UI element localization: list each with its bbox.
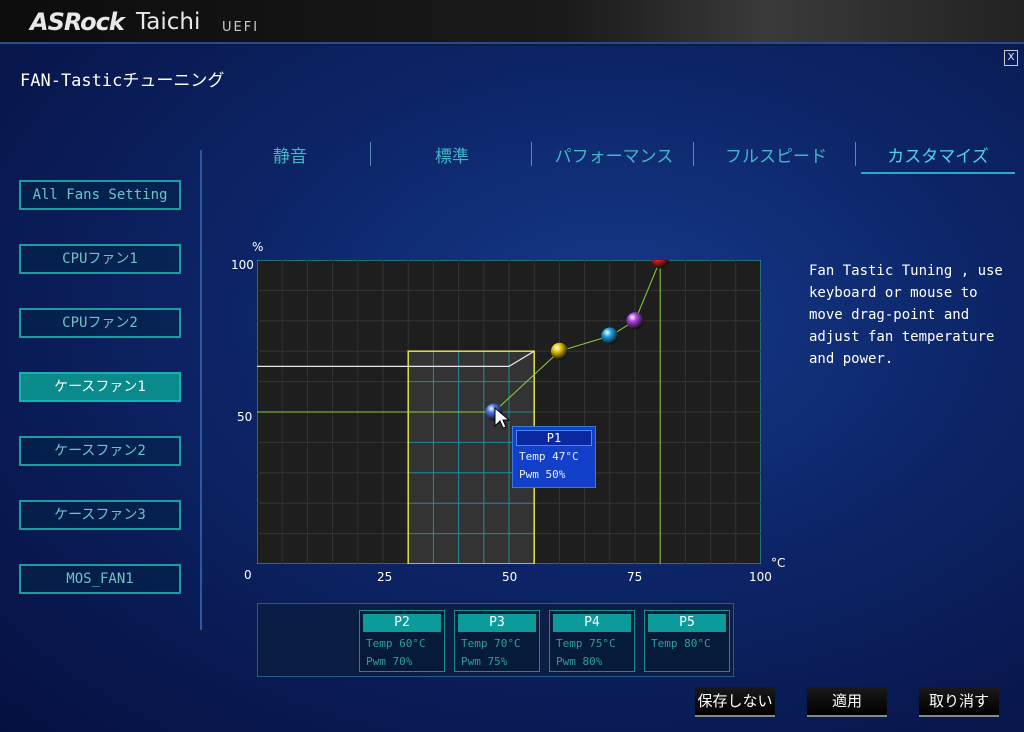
tab-separator <box>531 142 532 166</box>
brand-logo: ASRock <box>30 8 125 36</box>
tooltip-title: P1 <box>516 430 592 446</box>
tab-standard[interactable]: 標準 <box>372 142 532 167</box>
y-tick-0: 0 <box>244 568 252 582</box>
brand-uefi: UEFI <box>222 20 260 35</box>
tab-full-speed[interactable]: フルスピード <box>696 142 856 167</box>
point-box-title: P2 <box>363 614 441 632</box>
x-tick-25: 25 <box>377 570 393 584</box>
sidebar-item-mos-fan1[interactable]: MOS_FAN1 <box>19 564 181 594</box>
point-box-p4: P4 Temp 75°C Pwm 80% <box>549 610 635 672</box>
sidebar-item-case-fan3[interactable]: ケースファン3 <box>19 500 181 530</box>
tab-separator <box>693 142 694 166</box>
tab-performance[interactable]: パフォーマンス <box>534 142 694 167</box>
apply-button[interactable]: 適用 <box>807 687 887 717</box>
main-window: FAN-Tasticチューニング X All Fans Setting CPUフ… <box>0 46 1024 732</box>
point-box-p3: P3 Temp 70°C Pwm 75% <box>454 610 540 672</box>
tab-separator <box>370 142 371 166</box>
sidebar-divider <box>200 150 202 630</box>
y-tick-50: 50 <box>237 410 253 424</box>
discard-button[interactable]: 保存しない <box>695 687 775 717</box>
x-axis-unit: °C <box>771 556 786 570</box>
top-bar: ASRock Taichi UEFI <box>0 0 1024 44</box>
fan-curve-graph[interactable] <box>257 260 761 564</box>
y-axis-unit: % <box>252 240 264 254</box>
x-tick-100: 100 <box>749 570 772 584</box>
sidebar-item-case-fan1[interactable]: ケースファン1 <box>19 372 181 402</box>
point-box-p2: P2 Temp 60°C Pwm 70% <box>359 610 445 672</box>
sidebar-item-case-fan2[interactable]: ケースファン2 <box>19 436 181 466</box>
tooltip-temp: Temp 47°C <box>519 450 579 463</box>
tab-separator <box>855 142 856 166</box>
point-box-title: P4 <box>553 614 631 632</box>
point-box-p5: P5 Temp 80°C <box>644 610 730 672</box>
sidebar-item-cpu-fan1[interactable]: CPUファン1 <box>19 244 181 274</box>
curve-point-p2[interactable] <box>550 342 568 360</box>
brand-model: Taichi <box>136 9 201 35</box>
active-tab-indicator <box>861 172 1015 174</box>
x-tick-50: 50 <box>502 570 518 584</box>
point-box-pwm: Pwm 80% <box>556 655 603 668</box>
cancel-button[interactable]: 取り消す <box>919 687 999 717</box>
sidebar-item-all-fans[interactable]: All Fans Setting <box>19 180 181 210</box>
point-box-temp: Temp 75°C <box>556 637 616 650</box>
point-details-panel: P2 Temp 60°C Pwm 70% P3 Temp 70°C Pwm 75… <box>257 603 734 677</box>
point-box-pwm: Pwm 75% <box>461 655 508 668</box>
point-box-temp: Temp 70°C <box>461 637 521 650</box>
y-tick-100: 100 <box>231 258 254 272</box>
tab-silent[interactable]: 静音 <box>210 142 370 167</box>
curve-point-p3[interactable] <box>601 327 619 345</box>
tab-customize[interactable]: カスタマイズ <box>858 142 1018 167</box>
point-tooltip: P1 Temp 47°C Pwm 50% <box>512 426 596 488</box>
sidebar-item-cpu-fan2[interactable]: CPUファン2 <box>19 308 181 338</box>
point-box-pwm: Pwm 70% <box>366 655 413 668</box>
close-button[interactable]: X <box>1004 50 1018 66</box>
point-box-temp: Temp 60°C <box>366 637 426 650</box>
point-box-title: P5 <box>648 614 726 632</box>
tooltip-pwm: Pwm 50% <box>519 468 566 481</box>
page-title: FAN-Tasticチューニング <box>20 71 225 91</box>
point-box-temp: Temp 80°C <box>651 637 711 650</box>
point-box-title: P3 <box>458 614 536 632</box>
help-text: Fan Tastic Tuning , use keyboard or mous… <box>809 263 1003 367</box>
curve-point-p4[interactable] <box>626 312 644 330</box>
x-tick-75: 75 <box>627 570 643 584</box>
